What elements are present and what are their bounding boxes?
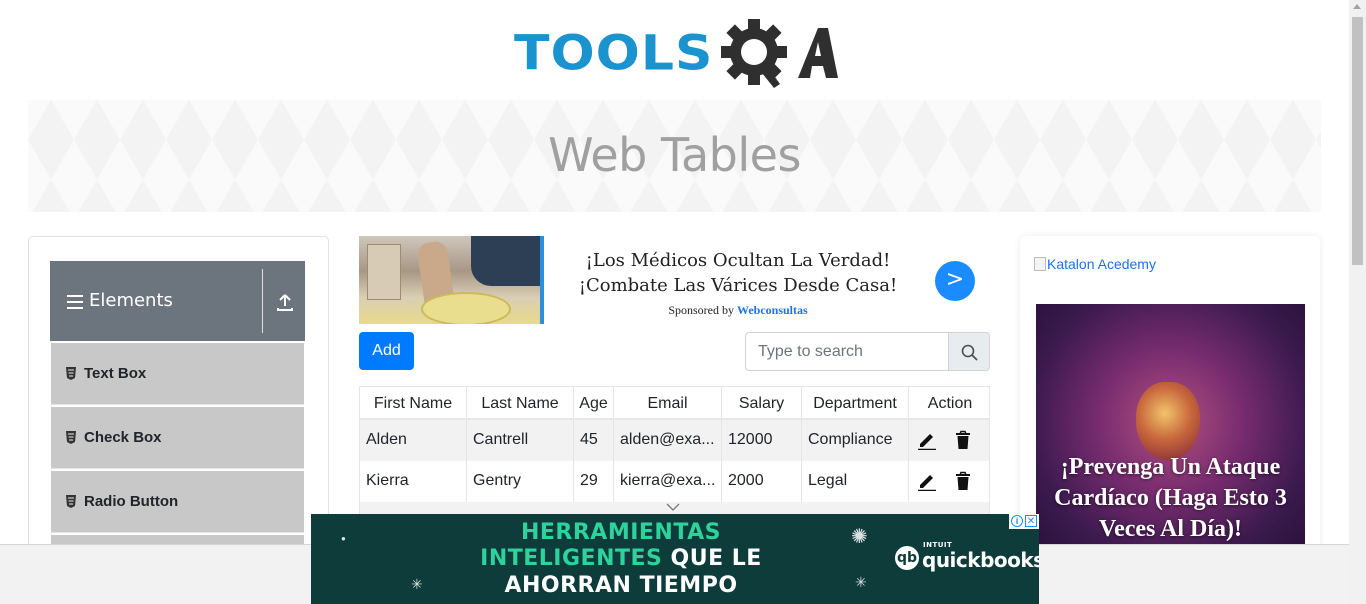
group-title: Elements: [89, 290, 173, 311]
cell-first-name: Alden: [360, 420, 467, 461]
search-input[interactable]: [745, 332, 949, 371]
toolsqa-logo[interactable]: TOOLS: [514, 14, 838, 92]
cell-last-name: Cantrell: [467, 420, 574, 461]
page-scrollbar[interactable]: [1349, 0, 1366, 604]
edit-icon[interactable]: [917, 471, 937, 491]
chevron-down-icon[interactable]: [666, 503, 680, 511]
header-divider: [262, 269, 263, 333]
sidebar-item-radio-button[interactable]: Radio Button: [51, 471, 304, 533]
bottom-banner-ad[interactable]: ✳ ✺ ✳ ● HERRAMIENTAS INTELIGENTES QUE LE…: [311, 514, 1039, 604]
sidebar-item-check-box[interactable]: Check Box: [51, 407, 304, 469]
search-icon: [961, 344, 978, 361]
logo-text: TOOLS: [514, 26, 714, 82]
page-title: Web Tables: [548, 128, 801, 182]
cell-email: kierra@exa...: [614, 461, 722, 502]
ad-arrow-button[interactable]: >: [935, 261, 975, 301]
delete-icon[interactable]: [953, 471, 973, 491]
heart-icon: [1136, 382, 1200, 460]
table-row: Kierra Gentry 29 kierra@exa... 2000 Lega…: [360, 461, 989, 502]
heart-ad-image[interactable]: ¡Prevenga Un Ataque Cardíaco (Haga Esto …: [1036, 304, 1305, 566]
header-first-name[interactable]: First Name: [360, 387, 467, 418]
collapse-icon[interactable]: [276, 292, 294, 312]
bottom-ad-line-1: HERRAMIENTAS: [520, 520, 722, 545]
ad-photo: [359, 236, 544, 324]
right-ad[interactable]: Katalon Acedemy ¡Prevenga Un Ataque Card…: [1020, 236, 1320, 566]
cell-action: [909, 461, 989, 502]
cell-age: 29: [574, 461, 614, 502]
logo-qa-gear-icon: [721, 19, 838, 88]
header-action: Action: [927, 395, 973, 412]
quickbooks-mark-icon: qb: [895, 546, 919, 570]
header-last-name[interactable]: Last Name: [467, 387, 574, 418]
bottom-ad-line-2-white: QUE LE: [662, 546, 762, 571]
menu-icon: [67, 295, 83, 309]
scrollbar-thumb[interactable]: [1352, 17, 1363, 265]
ad-info-icon[interactable]: i: [1011, 515, 1023, 527]
header-age[interactable]: Age: [574, 387, 614, 418]
heart-ad-caption: ¡Prevenga Un Ataque Cardíaco (Haga Esto …: [1054, 454, 1287, 542]
add-button[interactable]: Add: [359, 332, 414, 370]
web-table: First Name Last Name Age Email Salary De…: [359, 386, 990, 516]
sponsor-prefix: Sponsored by: [668, 303, 737, 317]
html-file-icon: [66, 367, 76, 380]
bottom-ad-line-3: AHORRAN TIEMPO: [504, 573, 738, 598]
ad-choices[interactable]: i ✕: [1009, 514, 1039, 529]
cell-age: 45: [574, 420, 614, 461]
ad-sponsor: Sponsored by Webconsultas: [551, 303, 925, 318]
cell-salary: 12000: [722, 420, 802, 461]
edit-icon[interactable]: [917, 430, 937, 450]
bottom-ad-line-2: INTELIGENTES QUE LE: [311, 546, 931, 571]
page: TOOLS Web Tables Elements Text Box Check…: [0, 0, 1366, 604]
sidebar-item-label: Radio Button: [84, 493, 179, 510]
header-department[interactable]: Department: [802, 387, 909, 418]
elements-group-header[interactable]: Elements: [50, 261, 305, 341]
sponsored-ad[interactable]: ¡Los Médicos Ocultan La Verdad! ¡Combate…: [359, 236, 990, 324]
sidebar-item-label: Text Box: [84, 365, 147, 382]
cell-department: Legal: [802, 461, 909, 502]
cell-email: alden@exa...: [614, 420, 722, 461]
sidebar-item-text-box[interactable]: Text Box: [51, 343, 304, 405]
sponsor-brand-link[interactable]: Webconsultas: [737, 303, 808, 317]
cell-last-name: Gentry: [467, 461, 574, 502]
ad-close-icon[interactable]: ✕: [1025, 515, 1037, 527]
page-banner: Web Tables: [28, 100, 1321, 212]
cell-first-name: Kierra: [360, 461, 467, 502]
html-file-icon: [66, 431, 76, 444]
katalon-academy-link[interactable]: Katalon Acedemy: [1034, 256, 1156, 272]
broken-image-icon: [1034, 257, 1046, 271]
html-file-icon: [66, 495, 76, 508]
header-email[interactable]: Email: [614, 387, 722, 418]
header-salary[interactable]: Salary: [722, 387, 802, 418]
delete-icon[interactable]: [953, 430, 973, 450]
bottom-ad-line-2-green: INTELIGENTES: [480, 546, 663, 571]
katalon-link-text: Katalon Acedemy: [1047, 256, 1156, 272]
sidebar-item-label: Check Box: [84, 429, 162, 446]
scroll-up-arrow-icon[interactable]: [1353, 4, 1361, 9]
cell-action: [909, 420, 989, 461]
cell-department: Compliance: [802, 420, 909, 461]
table-row: Alden Cantrell 45 alden@exa... 12000 Com…: [360, 420, 989, 461]
ad-headline[interactable]: ¡Los Médicos Ocultan La Verdad! ¡Combate…: [551, 248, 925, 298]
cell-salary: 2000: [722, 461, 802, 502]
search-button[interactable]: [948, 332, 990, 371]
quickbooks-label: quickbooks: [922, 548, 1039, 572]
table-header: First Name Last Name Age Email Salary De…: [360, 387, 989, 420]
